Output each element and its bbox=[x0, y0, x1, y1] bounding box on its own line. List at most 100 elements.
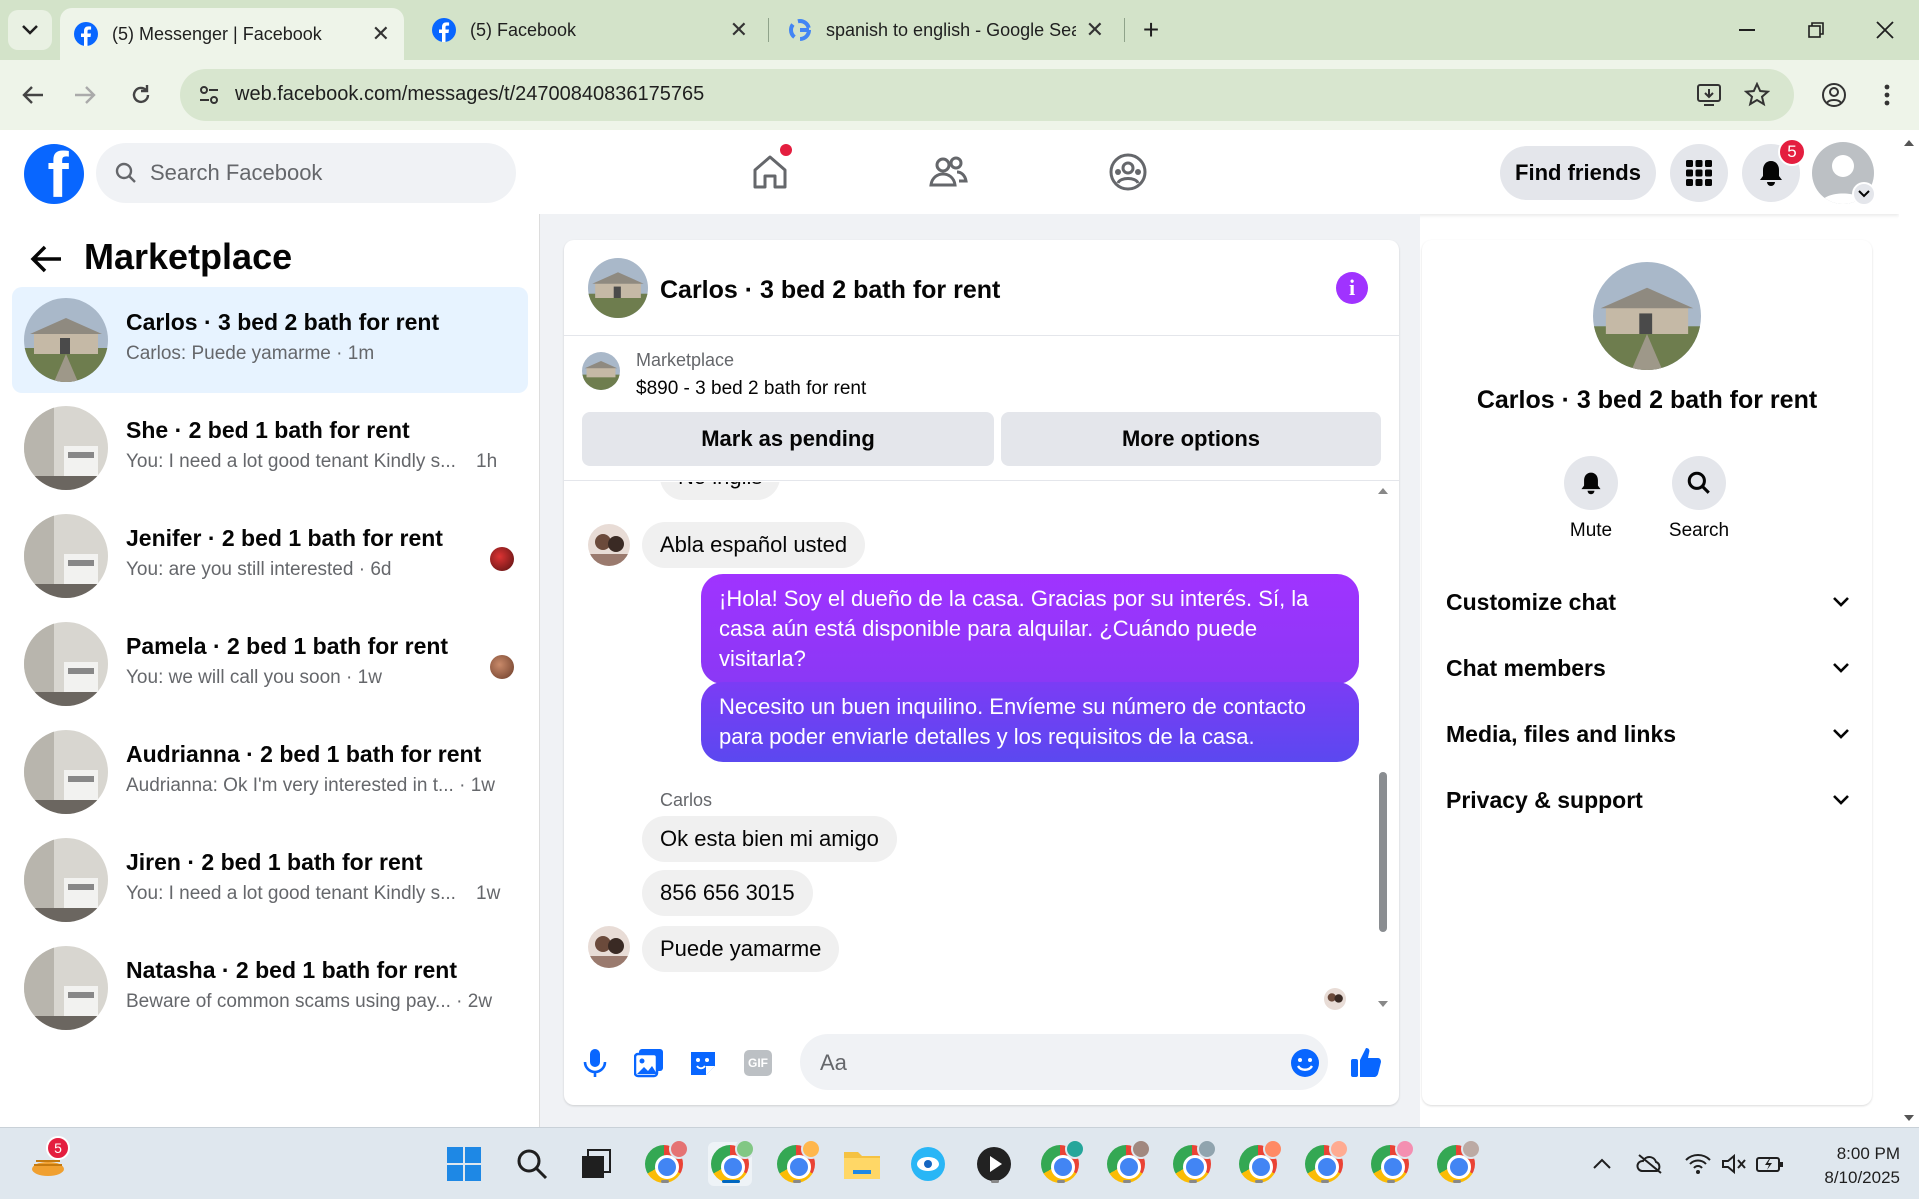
emoji-icon[interactable] bbox=[1290, 1048, 1320, 1078]
page-scrollbar[interactable] bbox=[1899, 130, 1919, 1127]
close-tab-icon[interactable]: ✕ bbox=[1086, 17, 1104, 43]
conversation-item[interactable]: She · 2 bed 1 bath for rent You: I need … bbox=[12, 395, 528, 501]
info-icon[interactable]: i bbox=[1336, 272, 1368, 304]
close-tab-icon[interactable]: ✕ bbox=[372, 21, 390, 47]
conversation-item[interactable]: Jiren · 2 bed 1 bath for rent You: I nee… bbox=[12, 827, 528, 933]
chrome-taskbar-app[interactable] bbox=[774, 1139, 821, 1186]
listing-thumbnail[interactable] bbox=[582, 352, 620, 390]
google-favicon-icon bbox=[789, 19, 811, 41]
taskbar-search-button[interactable] bbox=[510, 1142, 554, 1186]
message-input[interactable]: Aa bbox=[800, 1034, 1328, 1090]
chevron-up-icon bbox=[1593, 1158, 1611, 1169]
chat-scrollbar[interactable] bbox=[1376, 482, 1390, 1017]
back-button[interactable] bbox=[12, 74, 54, 116]
reload-button[interactable] bbox=[120, 74, 162, 116]
tab-facebook[interactable]: (5) Facebook ✕ bbox=[418, 8, 762, 52]
chrome-taskbar-app[interactable] bbox=[1104, 1139, 1151, 1186]
facebook-f-glyph: f bbox=[47, 144, 69, 204]
message-placeholder: Aa bbox=[820, 1050, 847, 1075]
conversation-item[interactable]: Carlos · 3 bed 2 bath for rent Carlos: P… bbox=[12, 287, 528, 393]
tab-search-button[interactable] bbox=[8, 10, 52, 50]
facebook-logo[interactable]: f bbox=[24, 144, 84, 204]
incoming-message: 856 656 3015 bbox=[642, 870, 813, 916]
restore-button[interactable] bbox=[1793, 10, 1839, 50]
forward-button[interactable] bbox=[64, 74, 106, 116]
chat-title[interactable]: Carlos · 3 bed 2 bath for rent bbox=[660, 276, 1000, 305]
kebab-menu-icon bbox=[1884, 84, 1890, 106]
chat-profile-photo[interactable] bbox=[1593, 262, 1701, 370]
facebook-search-input[interactable]: Search Facebook bbox=[96, 143, 516, 203]
sender-avatar[interactable] bbox=[588, 926, 630, 968]
weather-badge: 5 bbox=[46, 1136, 70, 1160]
address-bar[interactable]: web.facebook.com/messages/t/247008408361… bbox=[180, 69, 1794, 121]
conversation-item[interactable]: Audrianna · 2 bed 1 bath for rent Audria… bbox=[12, 719, 528, 825]
chrome-icon bbox=[1107, 1139, 1151, 1183]
more-options-button[interactable]: More options bbox=[1001, 412, 1381, 466]
conversation-time: 1w bbox=[476, 883, 501, 904]
tab-messenger[interactable]: (5) Messenger | Facebook ✕ bbox=[60, 8, 404, 60]
chat-members-section[interactable]: Chat members bbox=[1446, 640, 1850, 696]
photo-icon[interactable] bbox=[634, 1048, 664, 1078]
install-app-icon[interactable] bbox=[1696, 82, 1722, 108]
room-thumbnail bbox=[24, 838, 108, 922]
conversation-item[interactable]: Pamela · 2 bed 1 bath for rent You: we w… bbox=[12, 611, 528, 717]
media-files-links-section[interactable]: Media, files and links bbox=[1446, 706, 1850, 762]
sender-avatar[interactable] bbox=[588, 524, 630, 566]
nav-groups[interactable] bbox=[1104, 148, 1152, 196]
show-hidden-icons-button[interactable] bbox=[1580, 1142, 1624, 1186]
windows-taskbar: 5 8:00 PM 8/10/2025 bbox=[0, 1127, 1919, 1199]
chrome-taskbar-app[interactable] bbox=[1038, 1139, 1085, 1186]
chat-details-panel: Carlos · 3 bed 2 bath for rent Mute Sear… bbox=[1422, 240, 1872, 1105]
chrome-taskbar-app[interactable] bbox=[1170, 1139, 1217, 1186]
find-friends-button[interactable]: Find friends bbox=[1500, 146, 1656, 200]
conversation-item[interactable]: Jenifer · 2 bed 1 bath for rent You: are… bbox=[12, 503, 528, 609]
bookmark-star-icon[interactable] bbox=[1744, 82, 1770, 108]
conversation-item[interactable]: Natasha · 2 bed 1 bath for rent Beware o… bbox=[12, 935, 528, 1041]
new-tab-button[interactable]: + bbox=[1128, 10, 1174, 50]
close-tab-icon[interactable]: ✕ bbox=[730, 17, 748, 43]
profile-button[interactable] bbox=[1813, 74, 1855, 116]
weather-widget[interactable]: 5 bbox=[26, 1136, 70, 1186]
restore-icon bbox=[1808, 22, 1824, 38]
onedrive-tray[interactable] bbox=[1628, 1142, 1672, 1186]
battery-charging-icon bbox=[1756, 1157, 1783, 1172]
nav-friends[interactable] bbox=[924, 148, 972, 196]
chrome-taskbar-app[interactable] bbox=[642, 1139, 689, 1186]
battery-tray[interactable] bbox=[1748, 1142, 1792, 1186]
close-window-button[interactable] bbox=[1862, 10, 1908, 50]
room-thumbnail bbox=[24, 946, 108, 1030]
chevron-down-icon bbox=[1858, 190, 1870, 198]
media-player-app[interactable] bbox=[972, 1142, 1016, 1186]
microphone-icon[interactable] bbox=[582, 1048, 608, 1078]
file-explorer-app[interactable] bbox=[840, 1142, 884, 1186]
browser-menu-button[interactable] bbox=[1866, 74, 1908, 116]
start-button[interactable] bbox=[442, 1142, 486, 1186]
task-view-button[interactable] bbox=[574, 1142, 618, 1186]
privacy-support-section[interactable]: Privacy & support bbox=[1446, 772, 1850, 828]
chrome-taskbar-app-active[interactable] bbox=[708, 1139, 755, 1186]
taskbar-clock[interactable]: 8:00 PM 8/10/2025 bbox=[1800, 1142, 1900, 1190]
gif-button[interactable]: GIF bbox=[744, 1050, 772, 1076]
notifications-button[interactable]: 5 bbox=[1742, 138, 1806, 202]
back-arrow-icon[interactable] bbox=[30, 244, 64, 274]
site-settings-icon[interactable] bbox=[198, 84, 220, 106]
thumbs-up-icon[interactable] bbox=[1350, 1046, 1382, 1078]
search-action[interactable]: Search bbox=[1654, 456, 1744, 542]
chrome-taskbar-app[interactable] bbox=[1302, 1139, 1349, 1186]
tab-google-search[interactable]: spanish to english - Google Sea ✕ bbox=[774, 8, 1118, 52]
nav-home[interactable] bbox=[746, 144, 794, 196]
customize-chat-section[interactable]: Customize chat bbox=[1446, 574, 1850, 630]
listing-price[interactable]: $890 - 3 bed 2 bath for rent bbox=[636, 378, 866, 400]
sticker-icon[interactable] bbox=[688, 1048, 718, 1078]
chat-avatar[interactable] bbox=[588, 258, 648, 318]
chevron-down-icon bbox=[22, 25, 38, 35]
menu-button[interactable] bbox=[1670, 144, 1728, 202]
mute-action[interactable]: Mute bbox=[1546, 456, 1636, 542]
chrome-taskbar-app[interactable] bbox=[1368, 1139, 1415, 1186]
account-menu-chevron[interactable] bbox=[1852, 182, 1876, 206]
chrome-taskbar-app[interactable] bbox=[1236, 1139, 1283, 1186]
minimize-button[interactable] bbox=[1724, 10, 1770, 50]
taskbar-app-eye[interactable] bbox=[906, 1142, 950, 1186]
chrome-taskbar-app[interactable] bbox=[1434, 1139, 1481, 1186]
mark-as-pending-button[interactable]: Mark as pending bbox=[582, 412, 994, 466]
